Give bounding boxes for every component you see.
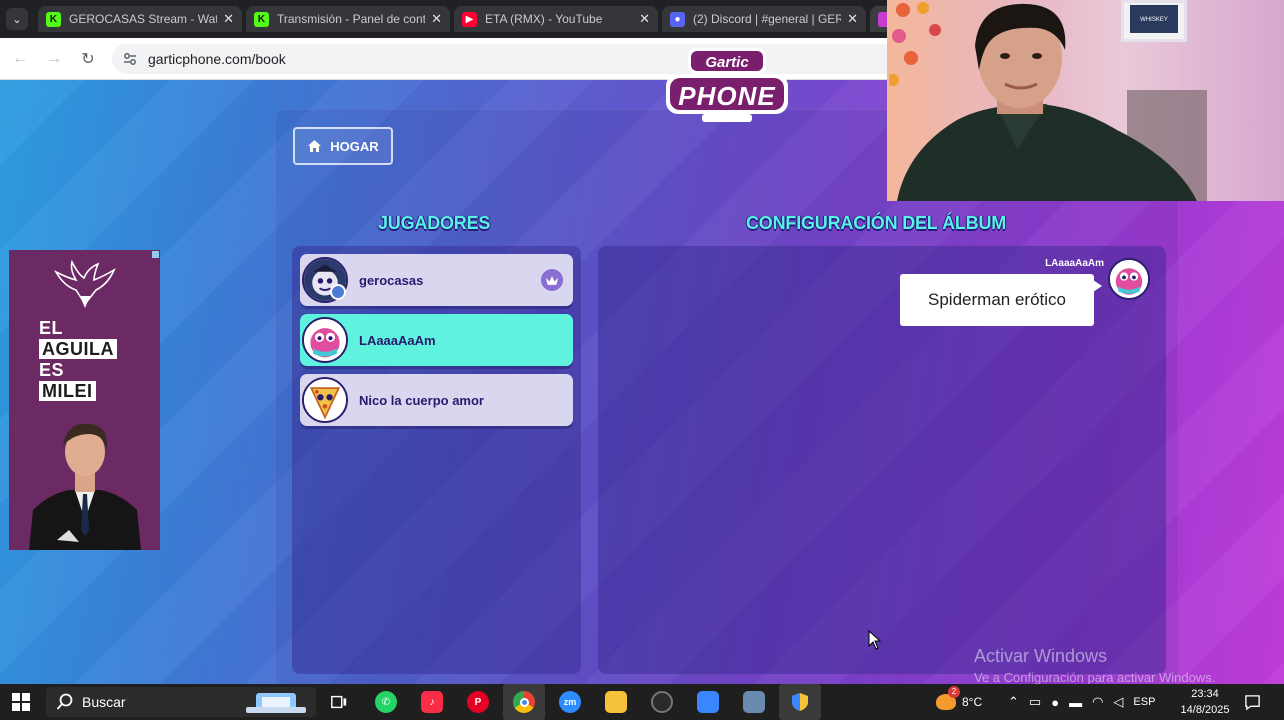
- discord-icon: ●: [670, 11, 685, 27]
- gartic-phone-logo: Gartic PHONE: [666, 48, 788, 122]
- logo-bottom-text: PHONE: [678, 81, 775, 111]
- tab-title: (2) Discord | #general | GERO: [693, 12, 842, 26]
- show-hidden-icons-icon[interactable]: ⌃: [1008, 694, 1019, 710]
- windows-start-icon[interactable]: [12, 693, 30, 711]
- ad-text: MILEI: [39, 381, 96, 401]
- ad-text: EL: [39, 318, 64, 338]
- forward-icon[interactable]: →: [44, 49, 64, 69]
- app-icon[interactable]: [743, 691, 765, 713]
- weather-temperature: 8°C: [962, 695, 983, 709]
- search-icon: [56, 693, 73, 710]
- mouse-cursor-icon: [868, 630, 882, 650]
- webcam-overlay: WHISKEY: [887, 0, 1284, 201]
- home-button-label: HOGAR: [330, 138, 379, 154]
- watermark-subtitle: Ve a Configuración para activar Windows.: [974, 670, 1216, 685]
- weather-badge: 2: [948, 686, 960, 698]
- notifications-icon[interactable]: [1244, 684, 1261, 720]
- close-tab-icon[interactable]: ✕: [223, 11, 234, 27]
- file-explorer-icon[interactable]: [605, 691, 627, 713]
- volume-icon[interactable]: ◁: [1113, 694, 1123, 710]
- player-row[interactable]: Nico la cuerpo amor: [300, 374, 573, 426]
- activate-windows-watermark: Activar Windows Ve a Configuración para …: [974, 646, 1215, 685]
- message-author: LAaaaAaAm: [1045, 258, 1104, 269]
- tab-title: ETA (RMX) - YouTube: [485, 12, 603, 26]
- ad-portrait: [29, 423, 141, 550]
- watermark-title: Activar Windows: [974, 646, 1108, 666]
- search-highlight-icon: [246, 693, 306, 713]
- home-button[interactable]: HOGAR: [293, 127, 393, 165]
- address-bar[interactable]: garticphone.com/book: [112, 44, 912, 74]
- eagle-logo-icon: [54, 260, 116, 308]
- crown-icon: [541, 269, 563, 291]
- zoom-icon[interactable]: zm: [559, 691, 581, 713]
- ad-text: ES: [39, 360, 65, 380]
- youtube-icon: ▶: [462, 11, 477, 27]
- player-name: gerocasas: [359, 272, 424, 288]
- shield-icon[interactable]: [789, 691, 811, 713]
- kick-icon: K: [254, 11, 269, 27]
- clock-time: 23:34: [1191, 688, 1219, 700]
- ad-info-icon[interactable]: [152, 251, 159, 258]
- player-name: LAaaaAaAm: [359, 332, 436, 348]
- clock[interactable]: 23:34 14/8/2025: [1178, 686, 1232, 718]
- player-avatar: [302, 317, 348, 363]
- ad-text: AGUILA: [39, 339, 117, 359]
- album-settings-title: CONFIGURACIÓN DEL ÁLBUM: [746, 213, 1007, 233]
- reload-icon[interactable]: ↻: [78, 49, 98, 69]
- battery-icon[interactable]: ▬: [1069, 695, 1082, 710]
- close-tab-icon[interactable]: ✕: [639, 11, 650, 27]
- home-icon: [308, 140, 322, 152]
- players-list: [292, 246, 581, 674]
- close-tab-icon[interactable]: ✕: [431, 11, 442, 27]
- logo-top-text: Gartic: [705, 54, 749, 71]
- windows-taskbar: Buscar ✆ ♪ P zm 2 8°C ⌃ ▭ ● ▬ ◠ ◁ ESP 23…: [0, 684, 1284, 720]
- weather-widget[interactable]: 2 8°C: [936, 684, 982, 720]
- whatsapp-icon[interactable]: ✆: [375, 691, 397, 713]
- microsoft-store-icon[interactable]: [697, 691, 719, 713]
- microphone-icon[interactable]: ●: [1051, 695, 1059, 710]
- streamer-video: [897, 3, 1207, 201]
- tab-search-button[interactable]: ⌄: [6, 8, 28, 30]
- wifi-icon[interactable]: ◠: [1092, 694, 1103, 710]
- system-tray: ⌃ ▭ ● ▬ ◠ ◁ ESP: [1008, 684, 1155, 720]
- itunes-icon[interactable]: ♪: [421, 691, 443, 713]
- tab-title: Transmisión - Panel de control: [277, 12, 426, 26]
- kick-icon: K: [46, 11, 61, 27]
- author-avatar: [1108, 258, 1150, 300]
- tab-title: GEROCASAS Stream - Watch: [69, 12, 218, 26]
- tab-discord[interactable]: ● (2) Discord | #general | GERO ✕: [662, 6, 866, 32]
- tab-transmision-panel[interactable]: K Transmisión - Panel de control ✕: [246, 6, 450, 32]
- players-title: JUGADORES: [378, 213, 491, 233]
- search-placeholder: Buscar: [82, 694, 126, 710]
- player-row[interactable]: LAaaaAaAm: [300, 314, 573, 366]
- tab-youtube[interactable]: ▶ ETA (RMX) - YouTube ✕: [454, 6, 658, 32]
- message-bubble: Spiderman erótico: [900, 274, 1102, 326]
- weather-icon: 2: [936, 686, 960, 710]
- chrome-icon[interactable]: [513, 691, 535, 713]
- task-view-icon[interactable]: [328, 691, 350, 713]
- user-badge-icon: [330, 284, 346, 300]
- url-text: garticphone.com/book: [148, 51, 286, 67]
- player-row[interactable]: gerocasas: [300, 254, 573, 306]
- obs-icon[interactable]: [651, 691, 673, 713]
- taskbar-search[interactable]: Buscar: [46, 687, 316, 717]
- player-avatar: [302, 377, 348, 423]
- player-name: Nico la cuerpo amor: [359, 392, 484, 408]
- pinterest-icon[interactable]: P: [467, 691, 489, 713]
- site-settings-icon[interactable]: [122, 51, 138, 67]
- ad-banner[interactable]: EL AGUILA ES MILEI: [9, 250, 160, 550]
- onedrive-icon[interactable]: ▭: [1029, 694, 1041, 710]
- tab-gerocasas-stream[interactable]: K GEROCASAS Stream - Watch ✕: [38, 6, 242, 32]
- language-indicator[interactable]: ESP: [1133, 696, 1155, 708]
- clock-date: 14/8/2025: [1180, 704, 1230, 716]
- close-tab-icon[interactable]: ✕: [847, 11, 858, 27]
- back-icon[interactable]: ←: [10, 49, 30, 69]
